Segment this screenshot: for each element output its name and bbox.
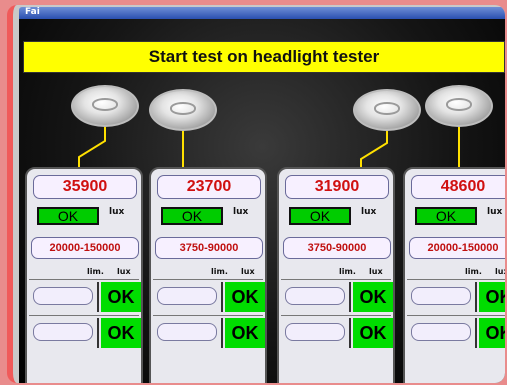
lux-column-label: lux (117, 267, 131, 276)
lux-column-label: lux (495, 267, 505, 276)
lux-value: 23700 (157, 175, 261, 199)
lux-unit: lux (109, 207, 125, 217)
check-row: OK (281, 315, 393, 349)
limit-field[interactable] (411, 287, 471, 305)
row-ok-indicator: OK (353, 282, 393, 312)
lux-value: 48600 (411, 175, 505, 199)
check-row: OK (407, 279, 505, 313)
limit-range: 20000-150000 (31, 237, 139, 259)
check-row: OK (281, 279, 393, 313)
row-ok-indicator: OK (353, 318, 393, 348)
row-ok-indicator: OK (479, 318, 505, 348)
limit-field[interactable] (411, 323, 471, 341)
lux-column-label: lux (241, 267, 255, 276)
row-ok-indicator: OK (225, 318, 265, 348)
limit-range: 3750-90000 (283, 237, 391, 259)
check-row: OK (153, 279, 265, 313)
app-window: Fai Start test on headlight tester 35900… (7, 5, 505, 383)
row-ok-indicator: OK (101, 318, 141, 348)
row-ok-indicator: OK (225, 282, 265, 312)
limit-field[interactable] (157, 323, 217, 341)
status-ok-badge: OK (289, 207, 351, 225)
limit-field[interactable] (33, 323, 93, 341)
window-title: Fai (25, 7, 40, 17)
lim-label: lim. (87, 267, 104, 276)
title-bar: Fai (19, 7, 505, 19)
limit-field[interactable] (285, 287, 345, 305)
lux-unit: lux (361, 207, 377, 217)
lim-label: lim. (339, 267, 356, 276)
status-ok-badge: OK (415, 207, 477, 225)
status-ok-badge: OK (161, 207, 223, 225)
lux-value: 35900 (33, 175, 137, 199)
headlight-panel-3: 31900 OK lux 3750-90000 lim. lux OK OK (277, 167, 395, 383)
connector-lines (78, 127, 460, 167)
check-row: OK (29, 315, 141, 349)
lim-label: lim. (211, 267, 228, 276)
limit-field[interactable] (285, 323, 345, 341)
lim-label: lim. (465, 267, 482, 276)
lux-unit: lux (487, 207, 503, 217)
limit-field[interactable] (157, 287, 217, 305)
headlight-panel-2: 23700 OK lux 3750-90000 lim. lux OK OK (149, 167, 267, 383)
headlight-panel-4: 48600 OK lux 20000-150000 lim. lux OK OK (403, 167, 505, 383)
limit-range: 3750-90000 (155, 237, 263, 259)
status-ok-badge: OK (37, 207, 99, 225)
check-row: OK (407, 315, 505, 349)
test-screen: Start test on headlight tester 35900 OK … (19, 19, 505, 383)
row-ok-indicator: OK (479, 282, 505, 312)
lux-unit: lux (233, 207, 249, 217)
check-row: OK (153, 315, 265, 349)
lux-column-label: lux (369, 267, 383, 276)
lux-value: 31900 (285, 175, 389, 199)
limit-field[interactable] (33, 287, 93, 305)
headlight-panel-1: 35900 OK lux 20000-150000 lim. lux OK OK (25, 167, 143, 383)
row-ok-indicator: OK (101, 282, 141, 312)
limit-range: 20000-150000 (409, 237, 505, 259)
check-row: OK (29, 279, 141, 313)
